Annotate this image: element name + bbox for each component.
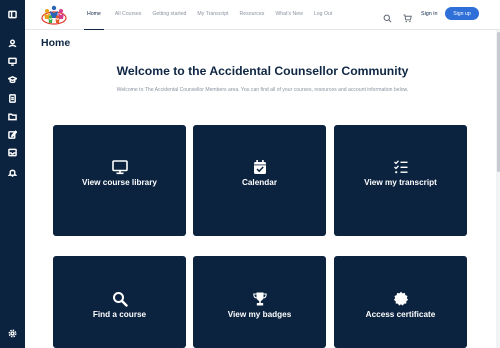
certificate-badge-icon: [393, 291, 409, 307]
calendar-check-icon: [252, 159, 268, 175]
search-icon[interactable]: [383, 10, 392, 23]
card-label: Access certificate: [365, 310, 436, 319]
inbox-icon[interactable]: [7, 147, 18, 158]
card-view-my-badges[interactable]: View my badges: [193, 256, 326, 348]
card-find-a-course[interactable]: Find a course: [53, 256, 186, 348]
panel-toggle-icon[interactable]: [7, 9, 18, 20]
nav-home[interactable]: Home: [84, 0, 104, 30]
nav-log-out[interactable]: Log Out: [314, 0, 332, 30]
checklist-icon: [393, 159, 409, 175]
sign-in-link[interactable]: Sign in: [421, 11, 437, 17]
document-icon[interactable]: [7, 93, 18, 104]
nav-getting-started[interactable]: Getting started: [152, 0, 186, 30]
left-sidebar: [0, 0, 25, 348]
monitor-icon[interactable]: [7, 56, 18, 67]
settings-icon[interactable]: [7, 328, 18, 339]
graduation-cap-icon[interactable]: [7, 74, 18, 85]
card-calendar[interactable]: Calendar: [193, 125, 326, 236]
bell-icon[interactable]: [7, 167, 18, 178]
community-logo[interactable]: [40, 3, 68, 27]
card-view-course-library[interactable]: View course library: [53, 125, 186, 236]
user-icon[interactable]: [7, 38, 18, 49]
edit-icon[interactable]: [7, 129, 18, 140]
search-icon: [112, 291, 128, 307]
card-access-certificate[interactable]: Access certificate: [334, 256, 467, 348]
card-label: Calendar: [241, 178, 278, 187]
nav-resources[interactable]: Resources: [240, 0, 265, 30]
sign-up-button[interactable]: Sign up: [445, 7, 479, 20]
scrollbar-thumb[interactable]: [496, 32, 500, 172]
main-nav: Home All Courses Getting started My Tran…: [84, 0, 343, 30]
cart-icon[interactable]: [403, 10, 412, 23]
monitor-icon: [111, 159, 128, 175]
trophy-icon: [252, 291, 268, 307]
page-title: Home: [41, 37, 71, 49]
card-view-my-transcript[interactable]: View my transcript: [334, 125, 467, 236]
card-label: View my badges: [227, 310, 292, 319]
folder-icon[interactable]: [7, 111, 18, 122]
welcome-heading: Welcome to the Accidental Counsellor Com…: [116, 64, 409, 78]
top-header: Home All Courses Getting started My Tran…: [25, 0, 500, 30]
nav-whats-new[interactable]: What's New: [275, 0, 303, 30]
welcome-subtitle: Welcome to The Accidental Counsellor Mem…: [116, 87, 409, 93]
card-label: View course library: [82, 178, 157, 187]
nav-my-transcript[interactable]: My Transcript: [197, 0, 228, 30]
card-label: Find a course: [92, 310, 147, 319]
card-label: View my transcript: [364, 178, 437, 187]
nav-all-courses[interactable]: All Courses: [115, 0, 142, 30]
